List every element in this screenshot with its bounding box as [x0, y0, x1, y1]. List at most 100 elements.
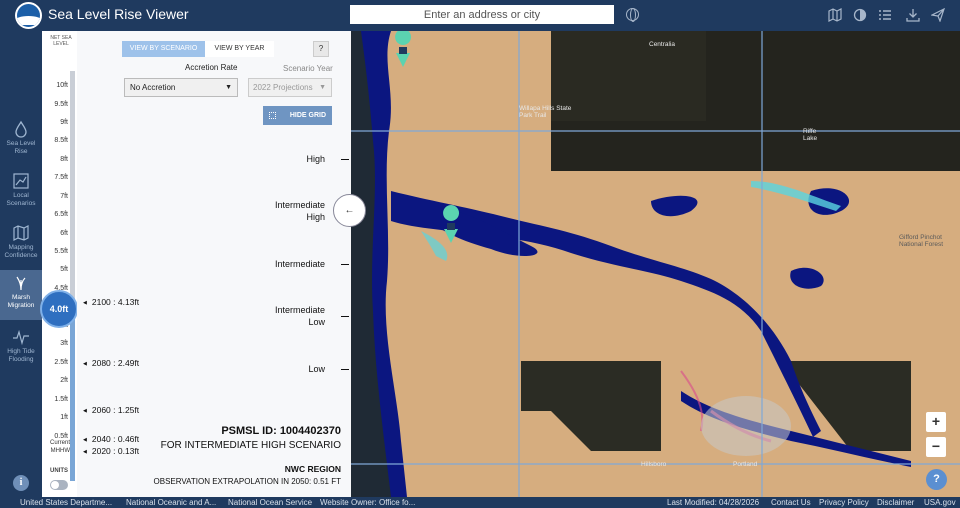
scenario-caption: FOR INTERMEDIATE HIGH SCENARIO [160, 440, 341, 451]
last-modified: Last Modified: 04/28/2026 [667, 498, 760, 507]
scenario-high[interactable]: High [306, 153, 325, 165]
footer-link[interactable]: National Oceanic and A... [126, 497, 216, 508]
sidebar-item-mapping-confidence[interactable]: Mapping Confidence [0, 220, 42, 270]
gauge-tick: 7.5ft [54, 174, 68, 181]
gauge-tick: 1.5ft [54, 396, 68, 403]
zoom-in-button[interactable]: + [926, 412, 946, 432]
footer-link[interactable]: Contact Us [771, 497, 811, 508]
scenario-intermediate[interactable]: Intermediate [275, 258, 325, 270]
info-icon[interactable]: i [13, 475, 29, 491]
scenario-low[interactable]: Low [308, 363, 325, 375]
map-place-label: Portland [733, 461, 758, 468]
scenario-label: Low [308, 364, 325, 374]
projection-2060: 2060 : 1.25ft [83, 405, 139, 415]
units-toggle[interactable] [50, 480, 68, 490]
scenario-tick [341, 264, 349, 265]
wave-icon [12, 328, 30, 346]
download-icon[interactable] [906, 8, 920, 22]
grass-icon [12, 274, 30, 292]
accretion-rate-label: Accretion Rate [185, 63, 238, 72]
scenario-label: Intermediate [274, 259, 325, 269]
gauge-header: NET SEA LEVEL [50, 35, 72, 47]
gauge-tick: 7ft [60, 193, 68, 200]
scenario-label: Intermediate [274, 200, 325, 210]
map-icon [12, 224, 30, 242]
contrast-icon[interactable] [853, 8, 867, 22]
gauge-tick: 2ft [60, 377, 68, 384]
legend-icon[interactable] [878, 8, 892, 22]
psmsl-id: PSMSL ID: 1004402370 [221, 425, 341, 437]
gauge-tick: 1ft [60, 414, 68, 421]
sidebar-item-local-scenarios[interactable]: Local Scenarios [0, 168, 42, 218]
sidebar-item-label: Marsh Migration [7, 294, 35, 309]
projection-2100: 2100 : 4.13ft [83, 297, 139, 307]
map-place-label: Hillsboro [641, 461, 667, 468]
map-place-label: Willapa Hills State Park Trail [519, 105, 572, 119]
sea-level-slider-knob[interactable]: 4.0ft [40, 290, 78, 328]
scenario-intermediate-low[interactable]: Intermediate Low [275, 304, 325, 328]
dropdown-arrow-icon: ▼ [319, 84, 326, 91]
map-view[interactable]: Centralia Willapa Hills State Park Trail… [351, 31, 960, 497]
app-title: Sea Level Rise Viewer [48, 6, 189, 22]
map-canvas [351, 31, 960, 497]
top-bar: Sea Level Rise Viewer [0, 0, 960, 31]
sidebar-item-label: Sea Level Rise [6, 140, 36, 155]
region-label: NWC REGION [284, 464, 341, 474]
gauge-tick: 3ft [60, 340, 68, 347]
accretion-rate-select[interactable]: No Accretion ▼ [124, 78, 238, 97]
sidebar-item-marsh-migration[interactable]: Marsh Migration [0, 270, 42, 320]
scenario-panel: VIEW BY SCENARIO VIEW BY YEAR ? Accretio… [77, 31, 351, 497]
units-label: UNITS [50, 468, 68, 474]
gauge-fill [70, 311, 75, 481]
panel-help-button[interactable]: ? [313, 41, 329, 57]
footer: United States Departme... National Ocean… [0, 497, 960, 508]
gauge-tick: 10ft [56, 82, 68, 89]
scenario-label: High [306, 154, 325, 164]
accretion-rate-value: No Accretion [130, 83, 176, 92]
scenario-year-value: 2022 Projections [253, 83, 313, 92]
scenario-label: Intermediate [274, 305, 325, 315]
zoom-out-button[interactable]: − [926, 437, 946, 457]
projection-2080: 2080 : 2.49ft [83, 358, 139, 368]
droplet-icon [12, 120, 30, 138]
scenario-label: High [306, 212, 325, 222]
gauge-tick: 8.5ft [54, 137, 68, 144]
footer-link[interactable]: Disclaimer [877, 497, 914, 508]
sidebar-item-label: Mapping Confidence [4, 244, 38, 259]
sea-level-gauge: NET SEA LEVEL 10ft 9.5ft 9ft 8.5ft 8ft 7… [42, 31, 77, 497]
gauge-tick: 5ft [60, 266, 68, 273]
footer-link[interactable]: United States Departme... [20, 497, 112, 508]
map-place-label: Gifford Pinchot National Forest [899, 234, 944, 248]
scenario-label: Low [308, 317, 325, 327]
search-input[interactable] [350, 5, 614, 24]
map-help-button[interactable]: ? [926, 469, 947, 490]
scenario-intermediate-high[interactable]: Intermediate High [275, 199, 325, 223]
tab-view-by-year[interactable]: VIEW BY YEAR [205, 41, 274, 57]
map-icon[interactable] [828, 8, 842, 22]
globe-icon[interactable] [626, 8, 639, 22]
sidebar-item-sea-level-rise[interactable]: Sea Level Rise [0, 116, 42, 166]
panel-collapse-handle[interactable]: ← [333, 194, 366, 227]
tab-view-by-scenario[interactable]: VIEW BY SCENARIO [122, 41, 205, 57]
map-place-label: Centralia [649, 41, 676, 48]
footer-link[interactable]: Privacy Policy [819, 497, 869, 508]
gauge-tick: 5.5ft [54, 248, 68, 255]
share-icon[interactable] [930, 7, 946, 23]
footer-link[interactable]: USA.gov [924, 497, 956, 508]
footer-link[interactable]: Website Owner: Office fo... [320, 497, 415, 508]
current-mhhw-label: Current MHHW [49, 440, 70, 454]
noaa-logo[interactable] [15, 2, 42, 29]
gauge-tick: 9.5ft [54, 101, 68, 108]
view-tabs: VIEW BY SCENARIO VIEW BY YEAR [122, 41, 274, 57]
observation-extrapolation: OBSERVATION EXTRAPOLATION IN 2050: 0.51 … [153, 477, 341, 486]
hide-grid-button[interactable]: HIDE GRID [263, 106, 332, 125]
gauge-marker[interactable] [395, 31, 411, 67]
grid-icon [269, 112, 276, 119]
footer-link[interactable]: National Ocean Service [228, 497, 312, 508]
gauge-tick: 8ft [60, 156, 68, 163]
map-place-label: Riffe Lake [803, 128, 818, 142]
gauge-tick: 6ft [60, 230, 68, 237]
left-nav: Sea Level Rise Local Scenarios Mapping C… [0, 31, 42, 497]
sidebar-item-high-tide-flooding[interactable]: High Tide Flooding [0, 324, 42, 374]
scenario-tick [341, 369, 349, 370]
